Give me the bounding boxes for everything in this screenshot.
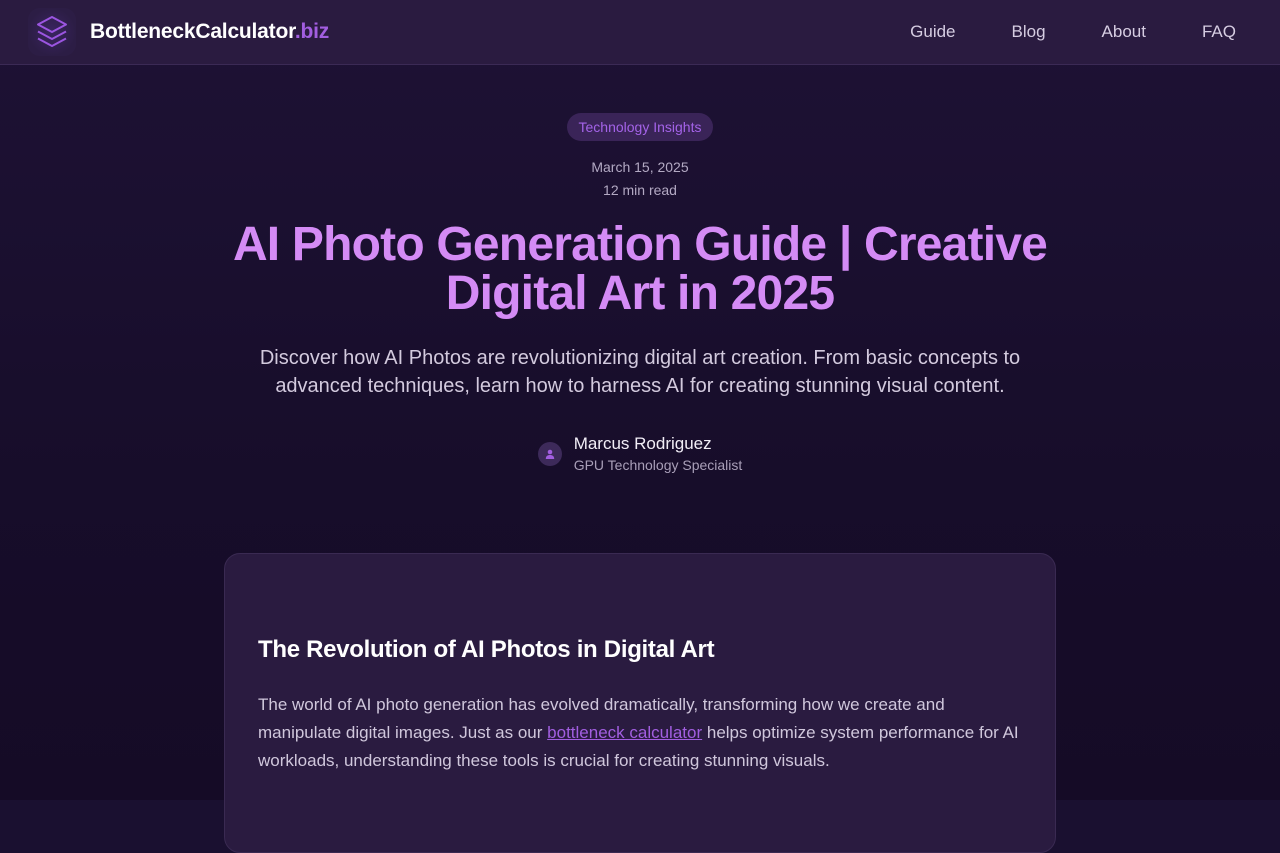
nav-guide[interactable]: Guide [910,22,955,42]
user-icon [537,441,562,466]
publish-date: March 15, 2025 [591,159,689,175]
section-heading: The Revolution of AI Photos in Digital A… [258,636,715,663]
nav-faq[interactable]: FAQ [1202,22,1236,42]
article-hero: Technology Insights March 15, 2025 12 mi… [0,65,1280,473]
page-subtitle: Discover how AI Photos are revolutionizi… [259,347,1021,397]
category-badge[interactable]: Technology Insights [566,113,714,141]
nav-blog[interactable]: Blog [1012,22,1046,42]
brand-name: BottleneckCalculator.biz [90,20,330,43]
author-name: Marcus Rodriguez [573,434,712,453]
layers-icon [28,8,76,56]
brand-link[interactable]: BottleneckCalculator.biz [28,8,329,56]
section-paragraph: The world of AI photo generation has evo… [258,695,1019,770]
author-block: Marcus Rodriguez GPU Technology Speciali… [537,434,743,473]
site-header: BottleneckCalculator.biz Guide Blog Abou… [0,0,1280,65]
article-content-card: The Revolution of AI Photos in Digital A… [224,553,1056,853]
main-nav: Guide Blog About FAQ [910,22,1236,42]
read-time: 12 min read [603,182,677,198]
bottleneck-calculator-link[interactable]: bottleneck calculator [547,723,702,742]
author-role: GPU Technology Specialist [573,457,743,473]
author-info: Marcus Rodriguez GPU Technology Speciali… [574,434,743,473]
nav-about[interactable]: About [1102,22,1146,42]
page-title: AI Photo Generation Guide | Creative Dig… [232,218,1048,320]
